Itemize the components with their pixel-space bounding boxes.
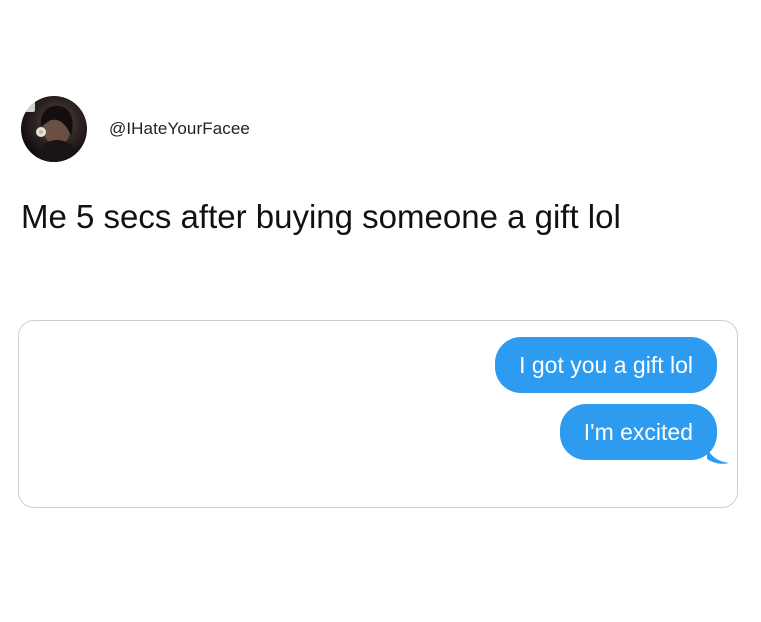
profile-photo-icon [25, 100, 79, 162]
message-bubble: I'm excited [559, 404, 717, 460]
post-header: @IHateYourFacee [21, 96, 250, 162]
bubble-tail-icon [707, 447, 729, 464]
message-bubble: I got you a gift lol [495, 337, 717, 393]
chat-screenshot: I got you a gift lol I'm excited [18, 320, 738, 508]
avatar[interactable] [21, 96, 87, 162]
post-caption: Me 5 secs after buying someone a gift lo… [21, 198, 621, 235]
username[interactable]: @IHateYourFacee [109, 119, 250, 139]
